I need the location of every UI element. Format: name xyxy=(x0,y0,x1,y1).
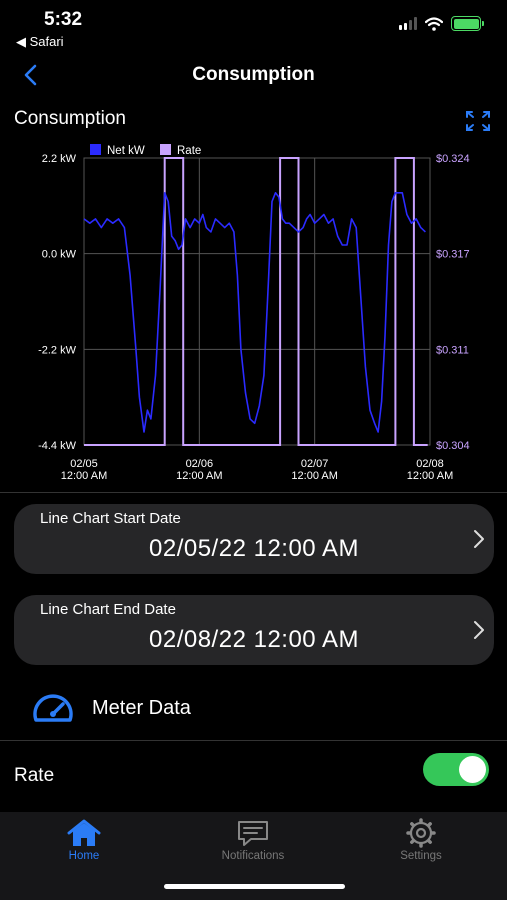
x-tick-label: 12:00 AM xyxy=(61,470,107,482)
home-icon xyxy=(67,819,101,846)
meter-data-label: Meter Data xyxy=(92,697,191,719)
legend-swatch xyxy=(90,144,101,155)
x-tick-label: 02/05 xyxy=(70,458,98,470)
rate-series-line xyxy=(84,157,428,446)
y-right-tick-label: $0.311 xyxy=(436,344,469,356)
y-right-tick-label: $0.317 xyxy=(436,249,470,261)
page-title: Consumption xyxy=(192,64,315,85)
y-right-tick-label: $0.324 xyxy=(436,153,470,165)
tab-settings[interactable]: Settings xyxy=(361,818,481,862)
status-bar: 5:32 ◀ Safari xyxy=(0,0,507,56)
divider xyxy=(0,492,507,493)
wifi-icon xyxy=(425,16,443,31)
end-date-value: 02/08/22 12:00 AM xyxy=(149,626,359,653)
tab-home[interactable]: Home xyxy=(24,818,144,862)
x-tick-label: 12:00 AM xyxy=(176,470,222,482)
legend-swatch xyxy=(160,144,171,155)
y-left-tick-label: -2.2 kW xyxy=(38,344,77,356)
x-tick-label: 02/07 xyxy=(301,458,329,470)
expand-icon[interactable] xyxy=(464,109,492,133)
x-tick-label: 12:00 AM xyxy=(291,470,337,482)
x-tick-label: 02/08 xyxy=(416,458,444,470)
start-date-label: Line Chart Start Date xyxy=(40,510,181,527)
meter-data-row[interactable]: Meter Data xyxy=(0,680,507,738)
cellular-signal-icon xyxy=(399,17,417,30)
tab-settings-label: Settings xyxy=(400,850,442,862)
start-date-card[interactable]: Line Chart Start Date 02/05/22 12:00 AM xyxy=(14,504,494,574)
y-right-tick-label: $0.304 xyxy=(436,440,470,452)
y-left-tick-label: -4.4 kW xyxy=(38,440,77,452)
legend-label: Rate xyxy=(177,145,201,157)
tab-home-label: Home xyxy=(68,850,100,862)
battery-icon xyxy=(451,16,484,31)
speedometer-icon xyxy=(33,694,73,722)
plot-frame xyxy=(83,157,431,446)
rate-row: Rate xyxy=(0,742,507,808)
tab-notifications[interactable]: Notifications xyxy=(193,818,313,862)
net-kw-series-line xyxy=(83,192,426,433)
divider xyxy=(0,740,507,741)
toggle-knob xyxy=(459,756,486,783)
end-date-label: Line Chart End Date xyxy=(40,601,176,618)
section-title: Consumption xyxy=(14,108,126,129)
y-left-tick-label: 2.2 kW xyxy=(42,153,77,165)
consumption-chart[interactable]: 2.2 kW $0.324 0.0 kW $0.317 -2.2 kW $0.311 -4.… xyxy=(0,140,507,485)
rate-label: Rate xyxy=(14,765,55,786)
chevron-right-icon xyxy=(474,530,484,548)
nav-bar: Consumption xyxy=(0,56,507,96)
legend-label: Net kW xyxy=(107,145,145,157)
tab-notifications-label: Notifications xyxy=(221,850,285,862)
x-tick-label: 02/06 xyxy=(186,458,214,470)
gear-icon xyxy=(406,818,436,848)
start-date-value: 02/05/22 12:00 AM xyxy=(149,535,359,562)
rate-toggle[interactable] xyxy=(423,753,489,786)
home-indicator xyxy=(164,884,345,889)
x-tick-label: 12:00 AM xyxy=(407,470,453,482)
end-date-card[interactable]: Line Chart End Date 02/08/22 12:00 AM xyxy=(14,595,494,665)
back-to-safari-link[interactable]: ◀ Safari xyxy=(16,34,64,50)
chevron-right-icon xyxy=(474,621,484,639)
status-icons xyxy=(399,16,484,31)
message-icon xyxy=(238,821,268,846)
status-time: 5:32 xyxy=(44,9,83,30)
y-left-tick-label: 0.0 kW xyxy=(42,249,77,261)
